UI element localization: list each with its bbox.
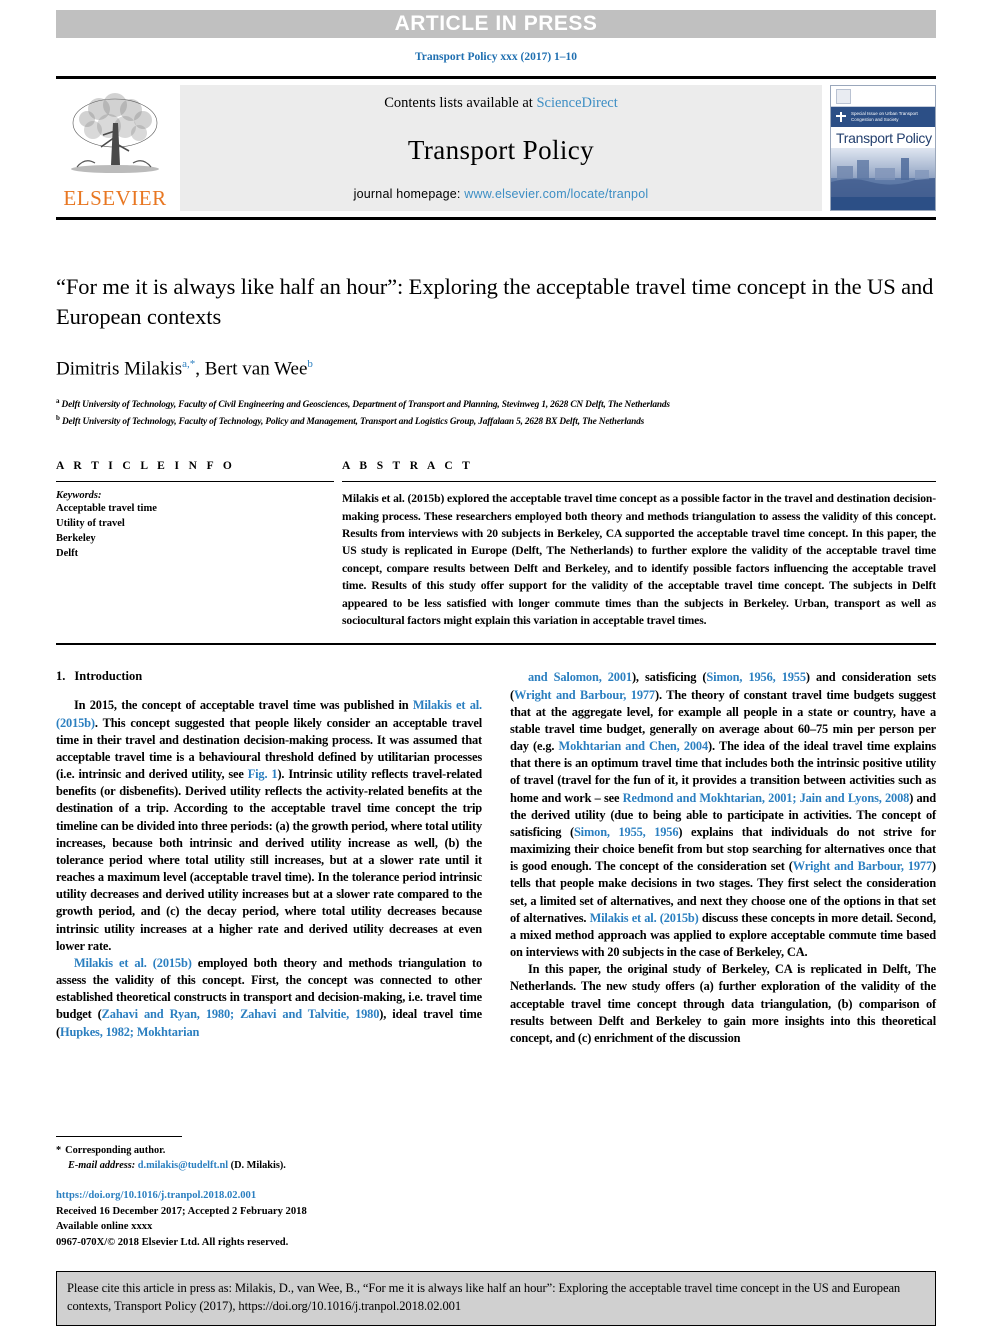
section-number: 1. xyxy=(56,669,66,684)
cover-top-strip xyxy=(831,86,935,107)
section-title: Introduction xyxy=(74,669,143,684)
author-separator: , xyxy=(195,358,205,380)
keyword-item: Utility of travel xyxy=(56,518,125,530)
abstract-label: A B S T R A C T xyxy=(342,460,474,473)
right-column-paragraphs: and Salomon, 2001), satisficing (Simon, … xyxy=(510,669,936,1047)
doi-metadata-block: https://doi.org/10.1016/j.tranpol.2018.0… xyxy=(56,1188,482,1251)
body-column-left: 1. Introduction In 2015, the concept of a… xyxy=(56,669,482,1047)
journal-title: Transport Policy xyxy=(407,135,595,165)
author-list: Dimitris Milakisa,*, Bert van Weeb xyxy=(56,358,936,380)
article-page: ARTICLE IN PRESS Transport Policy xxx (2… xyxy=(0,10,992,1333)
running-head: Transport Policy xxx (2017) 1–10 xyxy=(414,51,578,63)
cover-special-issue-band: Special Issue on Urban Transport Congest… xyxy=(831,107,935,127)
author-2-affiliation-marks: b xyxy=(307,357,313,370)
cover-bottom-band xyxy=(831,197,935,210)
body-paragraph: Milakis et al. (2015b) employed both the… xyxy=(56,955,482,1041)
cover-artwork xyxy=(831,148,935,197)
author-name-1: Dimitris Milakis xyxy=(56,358,183,380)
affiliation-item: b Delft University of Technology, Facult… xyxy=(56,413,936,430)
citation-link[interactable]: Wright and Barbour, 1977 xyxy=(514,688,655,702)
affiliation-list: a Delft University of Technology, Facult… xyxy=(56,396,936,430)
cover-publisher-mark-icon xyxy=(836,89,851,104)
citation-text: Please cite this article in press as: Mi… xyxy=(67,1281,901,1313)
cover-emblem-icon xyxy=(836,112,846,122)
sciencedirect-link[interactable]: ScienceDirect xyxy=(536,95,617,111)
homepage-prefix: journal homepage: xyxy=(353,187,465,201)
copyright-line: 0967-070X/© 2018 Elsevier Ltd. All right… xyxy=(56,1236,289,1248)
journal-homepage-line: journal homepage: www.elsevier.com/locat… xyxy=(354,187,649,201)
citation-link[interactable]: Simon, 1955, 1956 xyxy=(574,825,679,839)
citation-link[interactable]: Hupkes, 1982; Mokhtarian xyxy=(60,1025,199,1039)
corresponding-author-marker: * xyxy=(56,1145,62,1156)
article-info-rule xyxy=(56,481,334,483)
journal-homepage-link[interactable]: www.elsevier.com/locate/tranpol xyxy=(464,187,648,201)
elsevier-tree-icon xyxy=(71,93,159,173)
body-paragraph: In this paper, the original study of Ber… xyxy=(510,961,936,1047)
email-link[interactable]: d.milakis@tudelft.nl xyxy=(138,1160,228,1171)
keyword-item: Acceptable travel time xyxy=(56,503,157,515)
doi-link[interactable]: https://doi.org/10.1016/j.tranpol.2018.0… xyxy=(56,1188,482,1204)
affiliation-item: a Delft University of Technology, Facult… xyxy=(56,396,936,413)
body-paragraph: and Salomon, 2001), satisficing (Simon, … xyxy=(510,669,936,961)
body-text: In 2015, the concept of acceptable trave… xyxy=(74,698,413,713)
body-text: ). Intrinsic utility reflects travel-rel… xyxy=(56,767,482,953)
section-heading-introduction: 1. Introduction xyxy=(56,669,482,684)
journal-masthead: ELSEVIER Contents lists available at Sci… xyxy=(56,76,936,220)
citation-link[interactable]: Simon, 1956, 1955 xyxy=(706,670,806,684)
body-paragraph: In 2015, the concept of acceptable trave… xyxy=(56,697,482,955)
citation-link[interactable]: Mokhtarian and Chen, 2004 xyxy=(559,739,709,753)
abstract-column: A B S T R A C T Milakis et al. (2015b) e… xyxy=(334,460,936,629)
received-accepted-line: Received 16 December 2017; Accepted 2 Fe… xyxy=(56,1205,307,1217)
affiliation-text: Delft University of Technology, Faculty … xyxy=(61,400,670,411)
article-info-abstract-row: A R T I C L E I N F O Keywords: Acceptab… xyxy=(56,460,936,629)
email-label: E-mail address: xyxy=(68,1159,136,1171)
citation-box: Please cite this article in press as: Mi… xyxy=(56,1271,936,1326)
keyword-item: Berkeley xyxy=(56,533,96,545)
corresponding-author-text: Corresponding author. xyxy=(65,1145,166,1156)
citation-link[interactable]: Wright and Barbour, 1977 xyxy=(793,859,932,873)
citation-link[interactable]: Zahavi and Ryan, 1980; Zahavi and Talvit… xyxy=(102,1007,380,1021)
citation-link[interactable]: Redmond and Mokhtarian, 2001; Jain and L… xyxy=(623,791,910,805)
body-columns: 1. Introduction In 2015, the concept of a… xyxy=(56,669,936,1047)
body-column-right: and Salomon, 2001), satisficing (Simon, … xyxy=(510,669,936,1047)
affiliation-mark: a xyxy=(56,397,60,406)
contents-prefix: Contents lists available at xyxy=(384,95,537,111)
cover-cityscape-icon xyxy=(831,158,935,197)
title-block: “For me it is always like half an hour”:… xyxy=(56,272,936,430)
footnote-block: * Corresponding author. E-mail address: d… xyxy=(56,1136,482,1251)
citation-link[interactable]: and Salomon, 2001 xyxy=(528,670,632,684)
cover-badge-text: Special Issue on Urban Transport Congest… xyxy=(851,111,918,122)
article-in-press-banner: ARTICLE IN PRESS xyxy=(56,10,936,38)
elsevier-wordmark: ELSEVIER xyxy=(63,186,167,210)
available-online-line: Available online xxxx xyxy=(56,1221,153,1233)
article-in-press-label: ARTICLE IN PRESS xyxy=(394,12,598,35)
page-title: “For me it is always like half an hour”:… xyxy=(56,274,934,329)
contents-available-line: Contents lists available at ScienceDirec… xyxy=(384,95,618,112)
affiliation-text: Delft University of Technology, Faculty … xyxy=(61,417,645,428)
abstract-bottom-rule xyxy=(56,643,936,646)
cover-journal-title: Transport Policy xyxy=(836,130,932,146)
elsevier-logo: ELSEVIER xyxy=(56,85,174,211)
article-info-label: A R T I C L E I N F O xyxy=(56,460,236,473)
affiliation-mark: b xyxy=(56,414,60,423)
article-info-column: A R T I C L E I N F O Keywords: Acceptab… xyxy=(56,460,334,629)
author-name-2: Bert van Wee xyxy=(204,358,308,380)
footnote-rule xyxy=(56,1136,182,1137)
corresponding-author-line: * Corresponding author. xyxy=(56,1144,482,1159)
citation-link[interactable]: Milakis et al. (2015b) xyxy=(590,911,699,925)
body-text: ), satisficing ( xyxy=(631,670,707,685)
body-text: In this paper, the original study of Ber… xyxy=(510,962,936,1045)
abstract-rule xyxy=(342,481,936,483)
journal-band: Contents lists available at ScienceDirec… xyxy=(180,85,822,211)
email-line: E-mail address: d.milakis@tudelft.nl (D.… xyxy=(56,1159,482,1174)
citation-link[interactable]: Fig. 1 xyxy=(248,767,278,781)
keywords-label: Keywords: xyxy=(56,490,102,502)
keyword-item: Delft xyxy=(56,547,79,559)
abstract-text: Milakis et al. (2015b) explored the acce… xyxy=(342,492,936,627)
author-1-affiliation-marks: a,* xyxy=(182,357,196,370)
left-column-paragraphs: In 2015, the concept of acceptable trave… xyxy=(56,697,482,1040)
email-suffix: (D. Milakis). xyxy=(228,1159,286,1171)
journal-cover-thumbnail: Special Issue on Urban Transport Congest… xyxy=(830,85,936,211)
citation-link[interactable]: Milakis et al. (2015b) xyxy=(74,956,192,970)
